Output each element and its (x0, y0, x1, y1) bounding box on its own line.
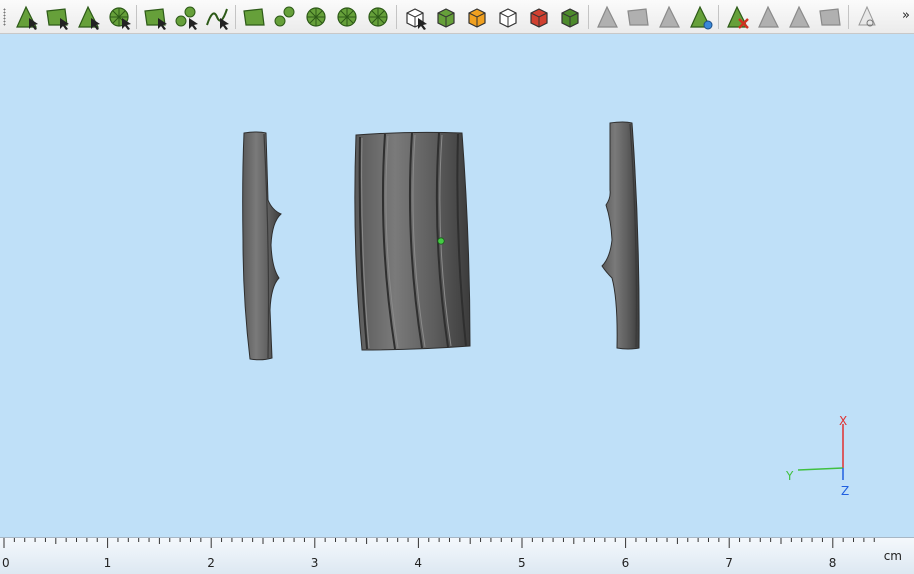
cube-dark-green-button[interactable] (556, 3, 584, 31)
mesh-face-button[interactable] (240, 3, 268, 31)
selection-toolbar: » (0, 0, 914, 34)
select-face-button[interactable] (43, 3, 71, 31)
mesh-wheel-icon (337, 7, 357, 27)
triangle-blue-icon (690, 5, 713, 30)
mesh-star-button[interactable] (302, 3, 330, 31)
ruler-tick-label: 5 (518, 556, 526, 570)
face-gray-icon (627, 8, 649, 26)
pivot-point-marker (437, 237, 445, 245)
mesh-fan-button[interactable] (364, 3, 392, 31)
toolbar-separator (235, 5, 236, 29)
triangle-copy-button[interactable] (785, 3, 813, 31)
axis-x-label: X (839, 414, 848, 428)
mesh-blob-button[interactable] (271, 3, 299, 31)
cube-green-button[interactable] (432, 3, 460, 31)
cube-orange-button[interactable] (463, 3, 491, 31)
toolbar-separator (718, 5, 719, 29)
cube-white-button[interactable] (494, 3, 522, 31)
face-gray-2-icon (819, 8, 841, 26)
select-curve-icon (206, 8, 229, 30)
cube-select-icon (406, 8, 427, 30)
ruler-tick-label: 6 (621, 556, 630, 570)
select-curve-button[interactable] (203, 3, 231, 31)
toolbar-grip[interactable] (3, 8, 6, 26)
model-scene[interactable] (0, 35, 914, 537)
3d-viewport[interactable]: X Y Z (0, 35, 914, 537)
vertex-gray-button[interactable] (593, 3, 621, 31)
cube-green-icon (437, 8, 455, 28)
mesh-wheel-button[interactable] (333, 3, 361, 31)
axis-triad (797, 424, 844, 480)
mesh-blob-icon (274, 6, 295, 27)
select-blob-icon (175, 6, 198, 30)
view-eye-button[interactable] (853, 3, 881, 31)
select-rectangle-icon (144, 8, 167, 30)
cube-select-button[interactable] (401, 3, 429, 31)
right-disc-part[interactable] (601, 121, 640, 350)
select-vertex-icon (16, 5, 38, 30)
select-circle-button[interactable] (105, 3, 133, 31)
triangle-gray-button[interactable] (754, 3, 782, 31)
select-face-icon (46, 8, 69, 30)
toolbar-separator (848, 5, 849, 29)
triangle-copy-icon (789, 5, 810, 28)
triangle-gray-icon (758, 5, 779, 28)
cube-dark-green-icon (561, 8, 579, 28)
view-eye-icon (858, 5, 876, 27)
edge-gray-button[interactable] (655, 3, 683, 31)
face-gray-2-button[interactable] (816, 3, 844, 31)
ruler-tick-label: 7 (725, 556, 733, 570)
measurement-ruler: 0 1 2 3 4 5 6 7 8 cm (0, 537, 914, 574)
mesh-fan-icon (368, 7, 388, 27)
vertex-gray-icon (597, 5, 618, 28)
axis-z-label: Z (841, 484, 850, 498)
cube-white-icon (499, 8, 517, 28)
edge-gray-icon (659, 5, 680, 28)
toolbar-separator (136, 5, 137, 29)
toolbar-overflow-button[interactable]: » (902, 8, 910, 23)
select-rectangle-button[interactable] (141, 3, 169, 31)
ruler-tick-label: 2 (207, 556, 215, 570)
ruler-tick-label: 0 (2, 556, 10, 570)
select-vertex-button[interactable] (12, 3, 40, 31)
ruler-tick-label: 1 (103, 556, 112, 570)
select-blob-button[interactable] (172, 3, 200, 31)
cube-red-icon (530, 8, 548, 28)
axis-y-label: Y (786, 469, 794, 483)
triangle-delete-icon (727, 5, 749, 29)
face-gray-button[interactable] (624, 3, 652, 31)
select-circle-icon (109, 7, 131, 30)
mesh-face-icon (243, 8, 265, 26)
select-edge-button[interactable] (74, 3, 102, 31)
triangle-blue-button[interactable] (686, 3, 714, 31)
select-edge-icon (78, 5, 100, 30)
left-disc-part[interactable] (242, 131, 282, 361)
ruler-tick-label: 8 (828, 556, 837, 570)
ruler-tick-label: 4 (414, 556, 423, 570)
ruler-unit-label: cm (883, 549, 902, 563)
toolbar-separator (396, 5, 397, 29)
cube-orange-icon (468, 8, 486, 28)
grooved-cylinder-part[interactable] (354, 131, 471, 351)
mesh-star-icon (306, 7, 326, 27)
toolbar-separator (588, 5, 589, 29)
cube-red-button[interactable] (525, 3, 553, 31)
triangle-delete-button[interactable] (723, 3, 751, 31)
ruler-tick-label: 3 (310, 556, 319, 570)
